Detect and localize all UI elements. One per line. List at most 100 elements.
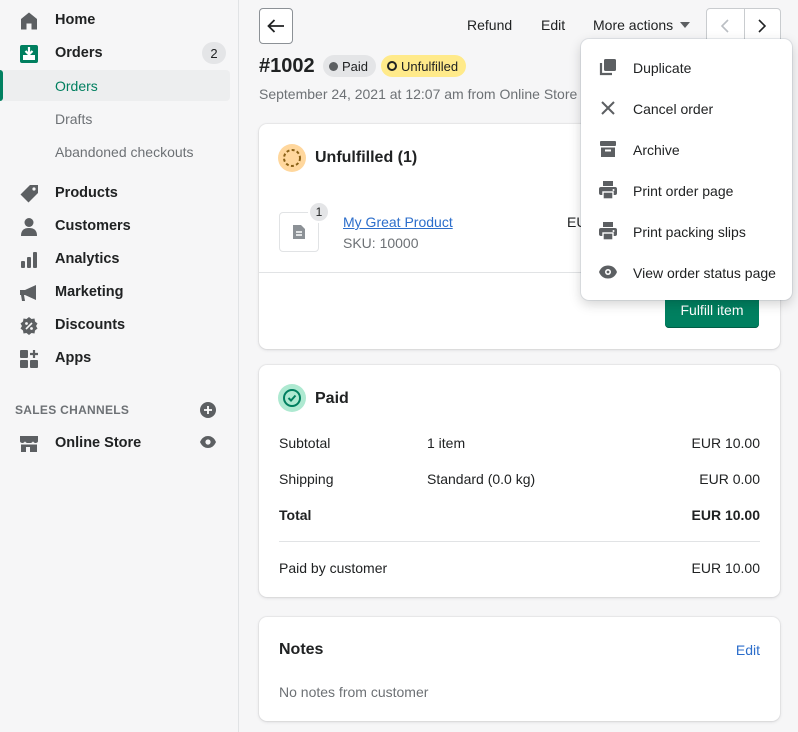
unfulfilled-card-title: Unfulfilled (1)	[315, 149, 418, 166]
sidebar-item-analytics[interactable]: Analytics	[0, 242, 231, 275]
order-subtitle: September 24, 2021 at 12:07 am from Onli…	[259, 86, 578, 102]
sales-channels-heading: SALES CHANNELS	[15, 403, 130, 417]
megaphone-icon	[20, 285, 36, 301]
sidebar-subitem-label: Orders	[55, 77, 98, 94]
printer-icon	[599, 222, 617, 241]
total-label: Total	[279, 507, 312, 523]
sidebar-item-label: Products	[55, 184, 118, 201]
subtotal-label: Subtotal	[279, 435, 331, 451]
sidebar-item-marketing[interactable]: Marketing	[0, 275, 231, 308]
bar-chart-icon	[21, 252, 37, 268]
menu-item-duplicate[interactable]: Duplicate	[581, 47, 792, 88]
sidebar-item-label: Analytics	[55, 250, 120, 267]
menu-item-view-order-status-page[interactable]: View order status page	[581, 252, 792, 293]
tag-icon	[20, 185, 38, 203]
sidebar-item-label: Customers	[55, 217, 131, 234]
notes-edit-button[interactable]: Edit	[736, 642, 760, 658]
sidebar-item-orders[interactable]: Orders	[0, 36, 231, 69]
badge-dot	[329, 61, 338, 71]
unfulfilled-status-badge: Unfulfilled	[381, 55, 467, 77]
divider	[279, 541, 760, 542]
menu-item-label: Cancel order	[633, 100, 714, 117]
notes-card: Notes Edit No notes from customer	[259, 617, 780, 721]
sidebar-subitem-drafts[interactable]: Drafts	[0, 103, 231, 134]
sidebar-item-label: Home	[55, 11, 96, 28]
menu-item-cancel-order[interactable]: Cancel order	[581, 88, 792, 129]
more-actions-button[interactable]: More actions	[593, 17, 691, 33]
caret-down-icon	[680, 22, 691, 28]
printer-icon	[599, 181, 617, 200]
sidebar-item-customers[interactable]: Customers	[0, 209, 231, 242]
order-title: #1002	[259, 55, 315, 77]
sidebar-subitem-label: Drafts	[55, 110, 93, 127]
sidebar-item-apps[interactable]: Apps	[0, 341, 231, 374]
person-icon	[21, 218, 37, 236]
sidebar-item-label: Marketing	[55, 283, 124, 300]
product-sku: SKU: 10000	[343, 235, 419, 251]
refund-button[interactable]: Refund	[467, 17, 512, 33]
sidebar-item-label: Discounts	[55, 316, 126, 333]
sidebar: Home Orders 2 Orders Drafts Abandoned ch…	[0, 0, 239, 732]
home-icon	[21, 12, 37, 30]
previous-order-button[interactable]	[707, 9, 744, 43]
paid-by-customer-value: EUR 10.00	[691, 560, 760, 576]
sidebar-subitem-abandoned-checkouts[interactable]: Abandoned checkouts	[0, 136, 231, 167]
more-actions-label: More actions	[593, 17, 674, 33]
menu-item-label: Print packing slips	[633, 223, 746, 240]
quantity-badge: 1	[308, 201, 330, 223]
eye-icon	[599, 265, 617, 279]
orders-count-badge: 2	[202, 42, 226, 64]
menu-item-print-order-page[interactable]: Print order page	[581, 170, 792, 211]
next-order-button[interactable]	[743, 9, 781, 43]
menu-item-print-packing-slips[interactable]: Print packing slips	[581, 211, 792, 252]
paid-status-badge: Paid	[323, 55, 377, 77]
menu-item-label: Print order page	[633, 182, 734, 199]
menu-item-label: View order status page	[633, 264, 776, 281]
payment-card-title: Paid	[315, 390, 349, 407]
payment-card: Paid Subtotal 1 item EUR 10.00 Shipping …	[259, 365, 780, 597]
sidebar-item-home[interactable]: Home	[0, 3, 231, 36]
menu-item-archive[interactable]: Archive	[581, 129, 792, 170]
chevron-left-icon	[721, 19, 729, 33]
paid-check-icon	[278, 384, 306, 412]
add-circle-icon[interactable]	[200, 402, 216, 418]
sidebar-item-label: Orders	[55, 44, 103, 61]
eye-icon[interactable]	[199, 434, 217, 450]
unfulfilled-status-label: Unfulfilled	[401, 58, 459, 74]
sidebar-subitem-orders[interactable]: Orders	[0, 70, 230, 101]
shipping-label: Shipping	[279, 471, 334, 487]
notes-card-title: Notes	[279, 641, 324, 658]
total-value: EUR 10.00	[691, 507, 760, 523]
apps-icon	[20, 350, 38, 368]
document-icon	[293, 225, 305, 239]
product-link[interactable]: My Great Product	[343, 214, 453, 230]
unfulfilled-status-icon	[278, 144, 306, 172]
menu-item-label: Archive	[633, 141, 680, 158]
sidebar-subitem-label: Abandoned checkouts	[55, 143, 194, 160]
close-icon	[601, 101, 615, 115]
subtotal-value: EUR 10.00	[691, 435, 760, 451]
more-actions-menu: Duplicate Cancel order Archive Print ord…	[581, 39, 792, 300]
sidebar-item-products[interactable]: Products	[0, 176, 231, 209]
menu-item-label: Duplicate	[633, 59, 692, 76]
paid-status-label: Paid	[342, 58, 369, 74]
edit-button[interactable]: Edit	[541, 17, 565, 33]
shipping-value: EUR 0.00	[699, 471, 760, 487]
notes-empty-text: No notes from customer	[279, 684, 429, 700]
shipping-method: Standard (0.0 kg)	[427, 471, 536, 487]
duplicate-icon	[599, 59, 616, 76]
sidebar-item-label: Apps	[55, 349, 92, 366]
paid-by-customer-label: Paid by customer	[279, 560, 388, 576]
chevron-right-icon	[758, 19, 767, 33]
back-button[interactable]	[259, 8, 293, 44]
archive-icon	[600, 141, 616, 157]
sidebar-item-online-store[interactable]: Online Store	[0, 426, 231, 459]
discount-icon	[20, 317, 38, 335]
orders-icon	[20, 45, 38, 63]
sidebar-item-discounts[interactable]: Discounts	[0, 308, 231, 341]
subtotal-items: 1 item	[427, 435, 466, 451]
store-icon	[20, 436, 38, 452]
sidebar-item-label: Online Store	[55, 434, 142, 451]
arrow-left-icon	[267, 19, 284, 33]
badge-dot	[387, 61, 397, 71]
